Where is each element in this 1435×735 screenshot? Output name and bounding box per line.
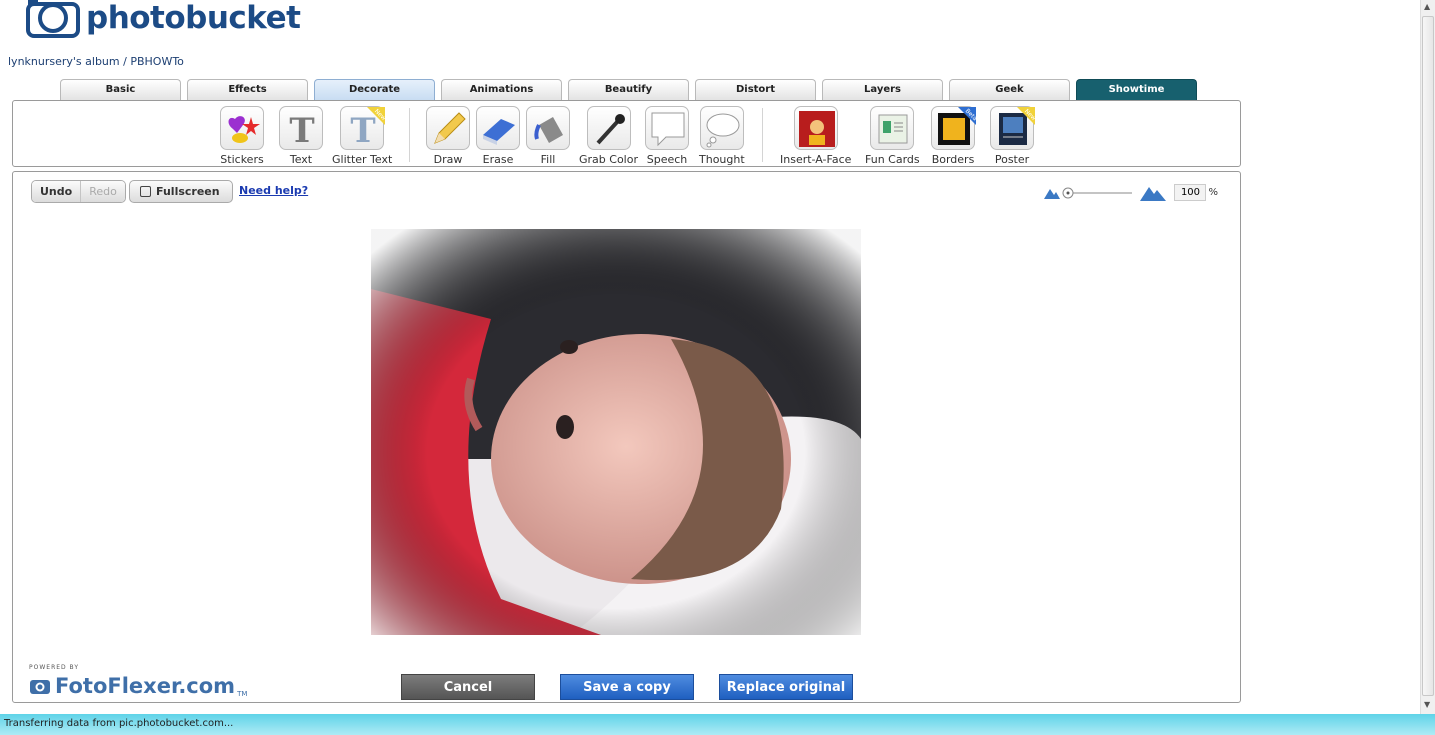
tab-decorate[interactable]: Decorate bbox=[314, 79, 435, 101]
camera-logo-icon bbox=[26, 0, 80, 38]
tab-animations[interactable]: Animations bbox=[441, 79, 562, 100]
scroll-down-arrow-icon[interactable]: ▼ bbox=[1424, 700, 1430, 709]
fullscreen-button[interactable]: Fullscreen bbox=[129, 180, 233, 203]
tab-basic[interactable]: Basic bbox=[60, 79, 181, 100]
text-label: Text bbox=[289, 153, 313, 166]
need-help-link[interactable]: Need help? bbox=[239, 184, 308, 197]
breadcrumb-folder-link[interactable]: PBHOWTo bbox=[130, 55, 184, 68]
poster-icon: New bbox=[990, 106, 1037, 150]
decorate-toolbar: Stickers T Text T New Glitter Text Draw … bbox=[12, 100, 1241, 167]
zoom-out-mountain-icon[interactable] bbox=[1044, 187, 1061, 199]
fun-cards-icon bbox=[870, 106, 915, 150]
undo-button[interactable]: Undo bbox=[32, 181, 82, 202]
draw-tool[interactable]: Draw bbox=[426, 106, 470, 166]
speech-bubble-icon bbox=[645, 106, 689, 150]
insert-a-face-tool[interactable]: Insert-A-Face bbox=[780, 106, 851, 166]
fullscreen-label: Fullscreen bbox=[156, 185, 220, 198]
toolbar-divider bbox=[409, 108, 410, 162]
tab-beautify[interactable]: Beautify bbox=[568, 79, 689, 100]
fun-cards-tool[interactable]: Fun Cards bbox=[865, 106, 920, 166]
borders-tool[interactable]: Beta Borders bbox=[931, 106, 979, 166]
stickers-icon bbox=[220, 106, 264, 150]
tab-layers[interactable]: Layers bbox=[822, 79, 943, 100]
thought-tool[interactable]: Thought bbox=[699, 106, 745, 166]
thought-bubble-icon bbox=[699, 106, 744, 150]
tab-effects[interactable]: Effects bbox=[187, 79, 308, 100]
glitter-text-icon: T New bbox=[340, 106, 387, 151]
zoom-control: 100 % bbox=[1044, 184, 1218, 201]
tab-geek[interactable]: Geek bbox=[949, 79, 1070, 100]
scroll-up-arrow-icon[interactable]: ▲ bbox=[1424, 2, 1430, 11]
draw-label: Draw bbox=[433, 153, 463, 166]
erase-tool[interactable]: Erase bbox=[476, 106, 520, 166]
insert-a-face-label: Insert-A-Face bbox=[780, 153, 852, 166]
zoom-percent-label: % bbox=[1208, 187, 1218, 198]
toolbar-divider bbox=[762, 108, 763, 162]
breadcrumb: lynknursery's album / PBHOWTo bbox=[8, 55, 184, 68]
speech-label: Speech bbox=[646, 153, 688, 166]
zoom-value-field[interactable]: 100 bbox=[1174, 184, 1207, 201]
poster-label: Poster bbox=[994, 153, 1030, 166]
edited-photo bbox=[371, 229, 861, 635]
stickers-tool[interactable]: Stickers bbox=[220, 106, 264, 166]
zoom-slider[interactable] bbox=[1062, 186, 1134, 200]
stickers-label: Stickers bbox=[220, 153, 264, 166]
erase-label: Erase bbox=[482, 153, 514, 166]
theater-curtain-icon bbox=[793, 106, 838, 150]
svg-text:T: T bbox=[350, 111, 375, 151]
eyedropper-icon bbox=[586, 106, 631, 150]
trademark-label: TM bbox=[237, 690, 248, 698]
text-icon: T bbox=[279, 106, 323, 151]
thought-label: Thought bbox=[699, 153, 745, 166]
status-message: Transferring data from pic.photobucket.c… bbox=[4, 718, 234, 729]
photobucket-logo[interactable]: photobucket bbox=[26, 0, 301, 40]
fullscreen-icon bbox=[140, 186, 151, 197]
speech-tool[interactable]: Speech bbox=[645, 106, 689, 166]
paint-bucket-icon bbox=[526, 106, 570, 150]
cancel-button[interactable]: Cancel bbox=[401, 674, 535, 700]
grab-color-label: Grab Color bbox=[579, 153, 638, 166]
text-tool[interactable]: T Text bbox=[279, 106, 323, 166]
redo-button[interactable]: Redo bbox=[81, 181, 125, 202]
fill-label: Fill bbox=[540, 153, 556, 166]
fotoflexer-branding[interactable]: POWERED BY FotoFlexer.com TM bbox=[29, 664, 247, 698]
glitter-text-label: Glitter Text bbox=[332, 153, 393, 166]
borders-icon: Beta bbox=[931, 106, 979, 150]
replace-original-button[interactable]: Replace original bbox=[719, 674, 853, 700]
tab-distort[interactable]: Distort bbox=[695, 79, 816, 100]
grab-color-tool[interactable]: Grab Color bbox=[579, 106, 638, 166]
vertical-scrollbar[interactable]: ▲ ▼ bbox=[1420, 0, 1435, 714]
breadcrumb-separator: / bbox=[123, 55, 127, 68]
tab-showtime[interactable]: Showtime bbox=[1076, 79, 1197, 100]
powered-by-label: POWERED BY bbox=[29, 664, 80, 671]
fotoflexer-camera-icon bbox=[30, 680, 50, 694]
editor-tabs: Basic Effects Decorate Animations Beauti… bbox=[60, 79, 1203, 101]
breadcrumb-album-link[interactable]: lynknursery's album bbox=[8, 55, 120, 68]
poster-tool[interactable]: New Poster bbox=[990, 106, 1037, 166]
svg-text:T: T bbox=[289, 111, 314, 151]
fun-cards-label: Fun Cards bbox=[865, 153, 920, 166]
undo-redo-group: Undo Redo bbox=[31, 180, 126, 203]
scrollbar-thumb[interactable] bbox=[1422, 16, 1434, 696]
save-copy-button[interactable]: Save a copy bbox=[560, 674, 694, 700]
glitter-text-tool[interactable]: T New Glitter Text bbox=[332, 106, 392, 166]
browser-status-bar: Transferring data from pic.photobucket.c… bbox=[0, 714, 1435, 735]
pencil-icon bbox=[426, 106, 470, 150]
borders-label: Borders bbox=[931, 153, 975, 166]
fotoflexer-brand-name: FotoFlexer.com bbox=[55, 674, 236, 698]
zoom-in-mountain-icon[interactable] bbox=[1140, 185, 1167, 201]
logo-text: photobucket bbox=[86, 0, 301, 36]
eraser-icon bbox=[476, 106, 520, 150]
fill-tool[interactable]: Fill bbox=[526, 106, 570, 166]
editor-canvas-panel: Undo Redo Fullscreen Need help? 100 % PO… bbox=[12, 171, 1241, 703]
